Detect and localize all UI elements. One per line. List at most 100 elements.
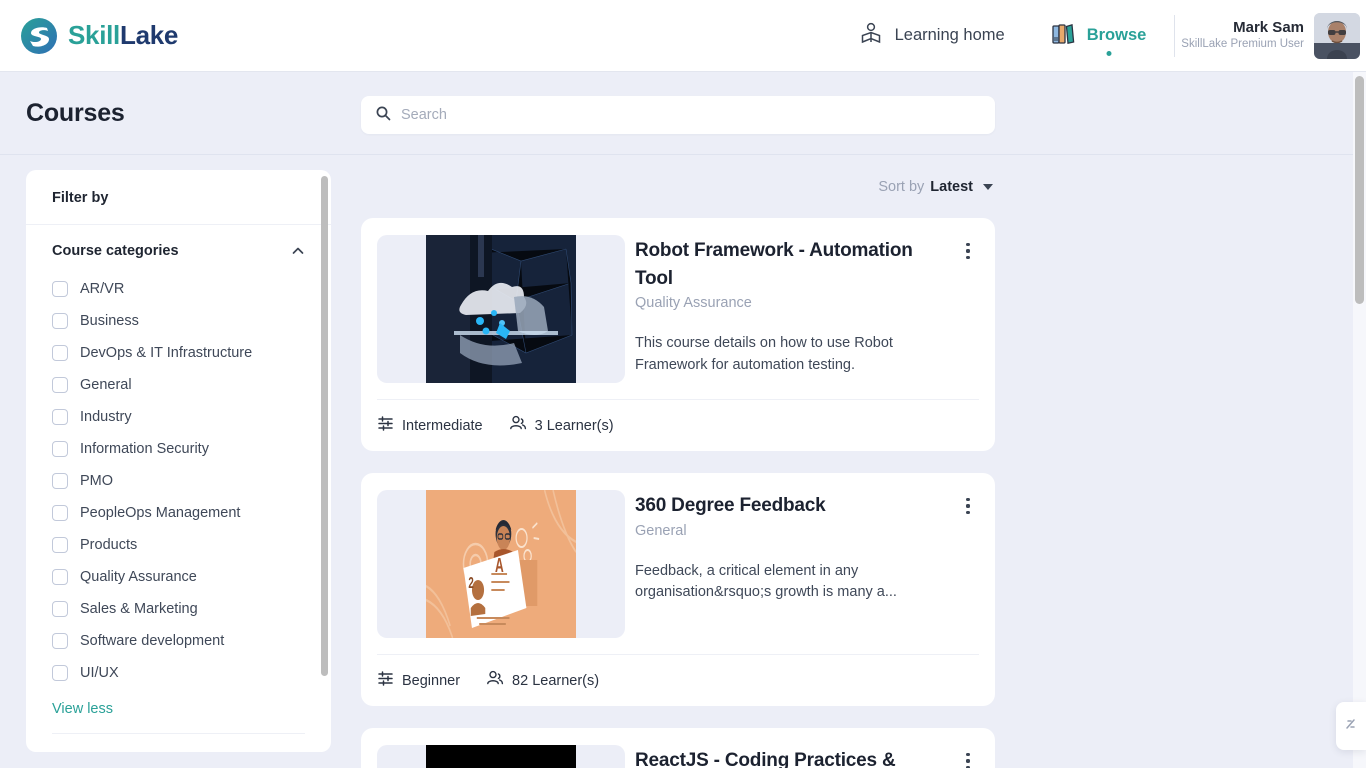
course-list-column: Sort by Latest Robot Framework - Automat… — [361, 156, 995, 768]
category-checkbox[interactable] — [52, 473, 68, 489]
category-option[interactable]: AR/VR — [52, 273, 305, 305]
category-checkbox[interactable] — [52, 345, 68, 361]
header-nav: Learning home Browse Mark Sam SkillLake … — [835, 0, 1366, 72]
category-option[interactable]: Software development — [52, 625, 305, 657]
course-info: Robot Framework - Automation Tool Quality… — [635, 235, 979, 383]
feedback-tab-icon — [1343, 716, 1359, 737]
user-name: Mark Sam — [1233, 18, 1304, 36]
kebab-menu-icon[interactable] — [957, 749, 979, 768]
user-text: Mark Sam SkillLake Premium User — [1181, 19, 1304, 53]
course-learners-label: 82 Learner(s) — [512, 672, 600, 689]
brand-name-lake: Lake — [119, 20, 179, 50]
category-label: Sales & Marketing — [80, 601, 198, 617]
course-card-body: Robot Framework - Automation Tool Quality… — [361, 218, 995, 383]
page-scrollbar-thumb[interactable] — [1355, 76, 1364, 304]
people-icon — [509, 414, 527, 437]
caret-down-icon[interactable] — [983, 184, 993, 190]
course-learners: 3 Learner(s) — [509, 414, 614, 437]
course-card-footer: Beginner 82 Learner(s) — [377, 654, 979, 706]
course-learners: 82 Learner(s) — [486, 669, 599, 692]
course-card[interactable]: A 2 360 Degree Feedback General Feedback, a … — [361, 473, 995, 706]
category-option[interactable]: DevOps & IT Infrastructure — [52, 337, 305, 369]
sidebar-divider — [52, 733, 305, 734]
course-card[interactable]: ReactJS - Coding Practices & Guidelines … — [361, 728, 995, 768]
category-option[interactable]: PMO — [52, 465, 305, 497]
course-card-body: ReactJS - Coding Practices & Guidelines … — [361, 728, 995, 768]
category-option[interactable]: Information Security — [52, 433, 305, 465]
nav-browse-label: Browse — [1086, 26, 1147, 44]
category-checkbox[interactable] — [52, 665, 68, 681]
people-icon — [486, 669, 504, 692]
course-info: 360 Degree Feedback General Feedback, a cr… — [635, 490, 979, 638]
course-categories-section: Course categories AR/VR Business DevOps & … — [26, 225, 331, 734]
category-label: PeopleOps Management — [80, 505, 241, 521]
avatar[interactable] — [1314, 12, 1360, 59]
category-checkbox[interactable] — [52, 537, 68, 553]
category-checkbox[interactable] — [52, 281, 68, 297]
category-label: Software development — [80, 633, 225, 649]
course-thumbnail[interactable] — [377, 235, 625, 383]
tune-sliders-icon — [377, 670, 394, 692]
category-checkbox[interactable] — [52, 441, 68, 457]
nav-active-indicator — [1106, 50, 1112, 56]
category-checkbox[interactable] — [52, 377, 68, 393]
course-level: Intermediate — [377, 415, 483, 437]
brand-logo[interactable]: SkillLake — [20, 17, 178, 55]
view-less-link[interactable]: View less — [52, 701, 305, 717]
category-option[interactable]: General — [52, 369, 305, 401]
course-title[interactable]: ReactJS - Coding Practices & Guidelines … — [635, 747, 945, 768]
category-option[interactable]: Business — [52, 305, 305, 337]
course-info: ReactJS - Coding Practices & Guidelines … — [635, 745, 979, 768]
user-profile[interactable]: Mark Sam SkillLake Premium User — [1181, 12, 1366, 59]
kebab-menu-icon[interactable] — [957, 239, 979, 263]
category-checkbox[interactable] — [52, 313, 68, 329]
nav-learning-home[interactable]: Learning home — [835, 0, 1027, 72]
sort-control[interactable]: Sort by Latest — [361, 156, 995, 218]
sidebar-scrollbar[interactable] — [321, 176, 328, 676]
course-description: Feedback, a critical element in any orga… — [635, 562, 897, 601]
kebab-menu-icon[interactable] — [957, 494, 979, 518]
course-card-footer: Intermediate 3 Learner(s) — [377, 399, 979, 451]
category-checkbox[interactable] — [52, 409, 68, 425]
category-option[interactable]: Products — [52, 529, 305, 561]
category-checkbox[interactable] — [52, 601, 68, 617]
category-option[interactable]: Quality Assurance — [52, 561, 305, 593]
learning-home-icon — [857, 19, 885, 52]
user-role: SkillLake Premium User — [1181, 38, 1304, 51]
category-option[interactable]: Sales & Marketing — [52, 593, 305, 625]
search-input[interactable] — [401, 107, 981, 123]
course-description: This course details on how to use Robot … — [635, 335, 893, 373]
search-icon — [375, 105, 391, 126]
svg-text:2: 2 — [468, 573, 473, 591]
category-label: Industry — [80, 409, 132, 425]
course-learners-label: 3 Learner(s) — [534, 417, 614, 434]
books-browse-icon — [1049, 19, 1077, 52]
course-categories-header[interactable]: Course categories — [52, 243, 305, 259]
svg-text:A: A — [495, 554, 504, 577]
sort-value: Latest — [930, 179, 973, 195]
category-option[interactable]: Industry — [52, 401, 305, 433]
app-header: SkillLake Learning home Browse Mark Sam … — [0, 0, 1366, 72]
search-bar[interactable] — [361, 96, 995, 134]
course-thumbnail[interactable]: A2 — [377, 490, 625, 638]
content-area: Filter by Course categories AR/VR Busines… — [0, 156, 1353, 768]
course-card[interactable]: Robot Framework - Automation Tool Quality… — [361, 218, 995, 451]
course-card-body: A 2 360 Degree Feedback General Feedback, a … — [361, 473, 995, 638]
brand-name-skill: Skill — [68, 20, 120, 50]
course-title[interactable]: 360 Degree Feedback — [635, 492, 945, 520]
category-checkbox[interactable] — [52, 505, 68, 521]
category-option[interactable]: UI/UX — [52, 657, 305, 689]
category-label: Business — [80, 313, 139, 329]
chevron-up-icon[interactable] — [291, 244, 305, 258]
course-thumbnail[interactable] — [377, 745, 625, 768]
category-label: Products — [80, 537, 138, 553]
category-checkbox[interactable] — [52, 633, 68, 649]
category-checkbox[interactable] — [52, 569, 68, 585]
category-option[interactable]: PeopleOps Management — [52, 497, 305, 529]
header-divider — [1174, 14, 1176, 57]
side-widget-tab[interactable] — [1336, 702, 1366, 750]
category-label: DevOps & IT Infrastructure — [80, 345, 253, 361]
nav-browse[interactable]: Browse — [1027, 0, 1169, 72]
course-title[interactable]: Robot Framework - Automation Tool — [635, 237, 945, 292]
filter-sidebar-scroll[interactable]: Filter by Course categories AR/VR Busines… — [26, 170, 331, 752]
